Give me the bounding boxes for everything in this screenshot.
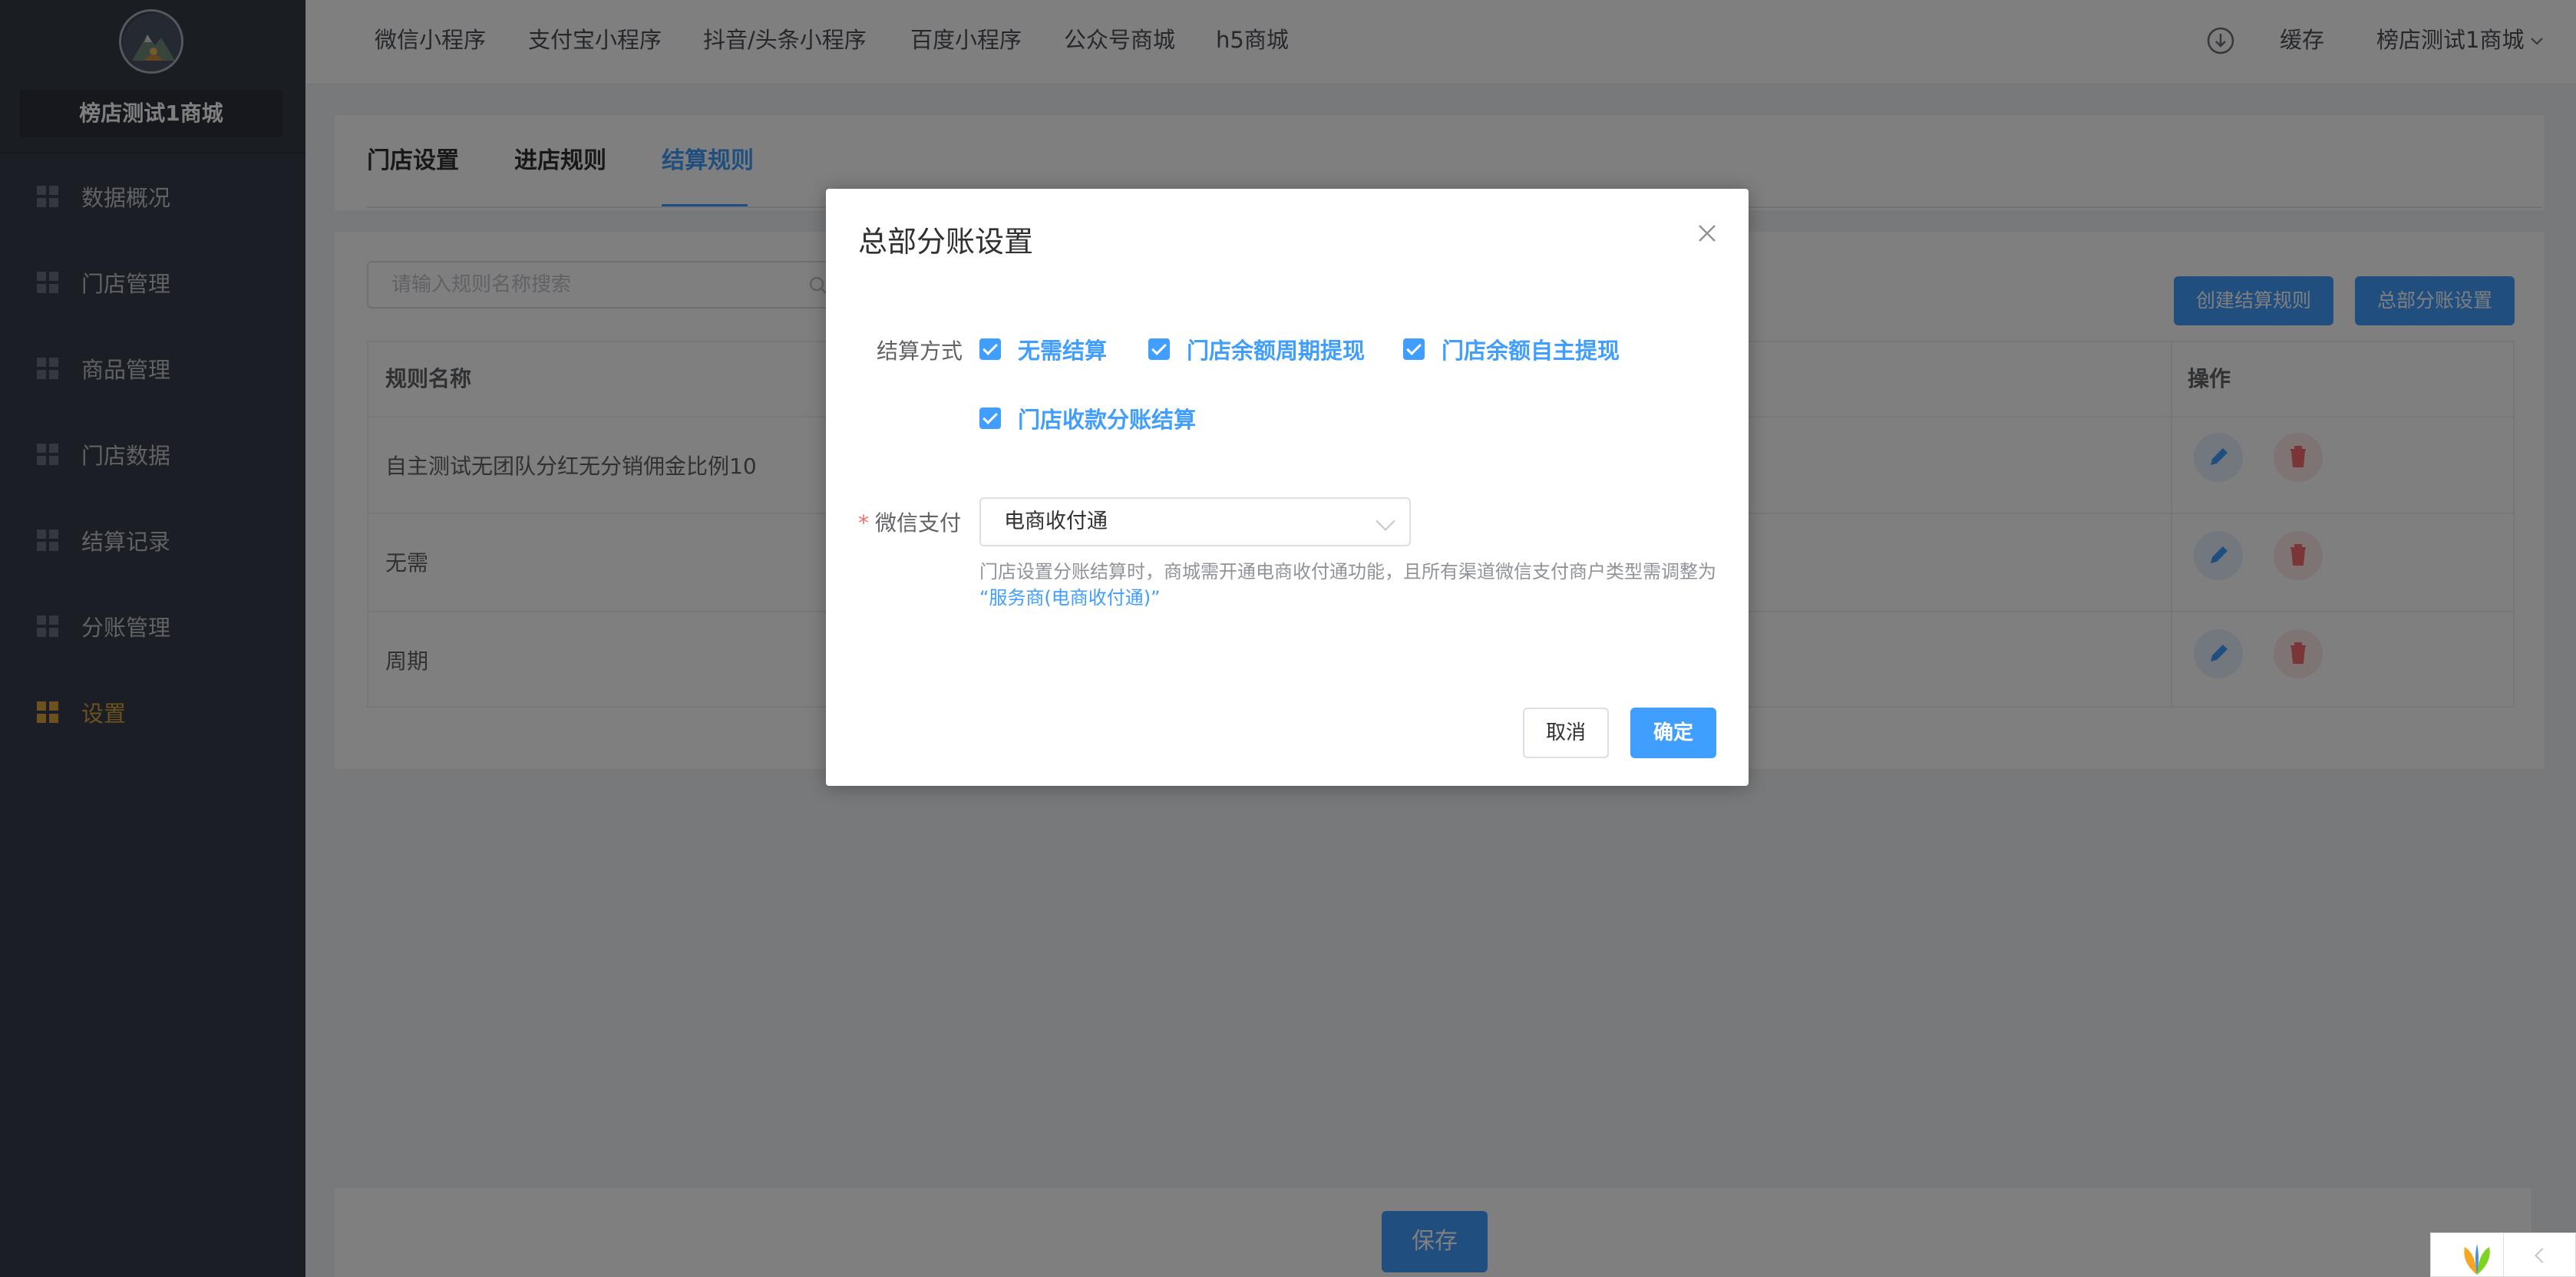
required-mark: * xyxy=(858,510,869,536)
checkbox-label: 门店余额周期提现 xyxy=(1187,338,1366,364)
leaf-logo-icon xyxy=(2464,1244,2490,1275)
checkbox-label: 无需结算 xyxy=(1018,338,1108,364)
settle-method-label: 结算方式 xyxy=(877,338,963,364)
checkbox-label: 门店收款分账结算 xyxy=(1018,407,1197,433)
checkbox-checked-icon xyxy=(979,408,1001,429)
chevron-down-icon xyxy=(1376,511,1395,531)
wechat-pay-label: * 微信支付 xyxy=(858,507,961,537)
chevron-left-icon[interactable] xyxy=(2535,1248,2550,1263)
checkbox-label: 门店余额自主提现 xyxy=(1442,338,1620,364)
confirm-button[interactable]: 确定 xyxy=(1630,708,1716,758)
checkbox-split-settlement[interactable]: 门店收款分账结算 xyxy=(979,402,1196,434)
wechat-pay-label-text: 微信支付 xyxy=(875,510,962,536)
checkbox-self-withdrawal[interactable]: 门店余额自主提现 xyxy=(1403,333,1620,365)
wechat-pay-select[interactable]: 电商收付通 xyxy=(979,497,1411,546)
hint-link[interactable]: “服务商(电商收付通)” xyxy=(979,587,1161,609)
wechat-pay-selected-value: 电商收付通 xyxy=(1004,510,1108,533)
hq-split-settings-dialog: 总部分账设置 结算方式 无需结算 门店余额周期提现 门店余额自主提现 门店收款分… xyxy=(826,189,1749,786)
checkbox-no-settlement[interactable]: 无需结算 xyxy=(979,333,1107,365)
hint-text: 门店设置分账结算时，商城需开通电商收付通功能，且所有渠道微信支付商户类型需调整为 xyxy=(979,561,1716,582)
wechat-pay-hint: 门店设置分账结算时，商城需开通电商收付通功能，且所有渠道微信支付商户类型需调整为… xyxy=(979,559,1732,611)
cancel-button[interactable]: 取消 xyxy=(1523,708,1609,758)
checkbox-checked-icon xyxy=(979,338,1001,360)
checkbox-checked-icon xyxy=(1148,338,1170,360)
floating-helper-widget[interactable] xyxy=(2430,1232,2576,1277)
checkbox-periodic-withdrawal[interactable]: 门店余额周期提现 xyxy=(1148,333,1365,365)
widget-divider xyxy=(2503,1233,2504,1277)
dialog-title: 总部分账设置 xyxy=(858,225,1034,259)
close-icon[interactable] xyxy=(1693,219,1721,247)
checkbox-checked-icon xyxy=(1403,338,1425,360)
